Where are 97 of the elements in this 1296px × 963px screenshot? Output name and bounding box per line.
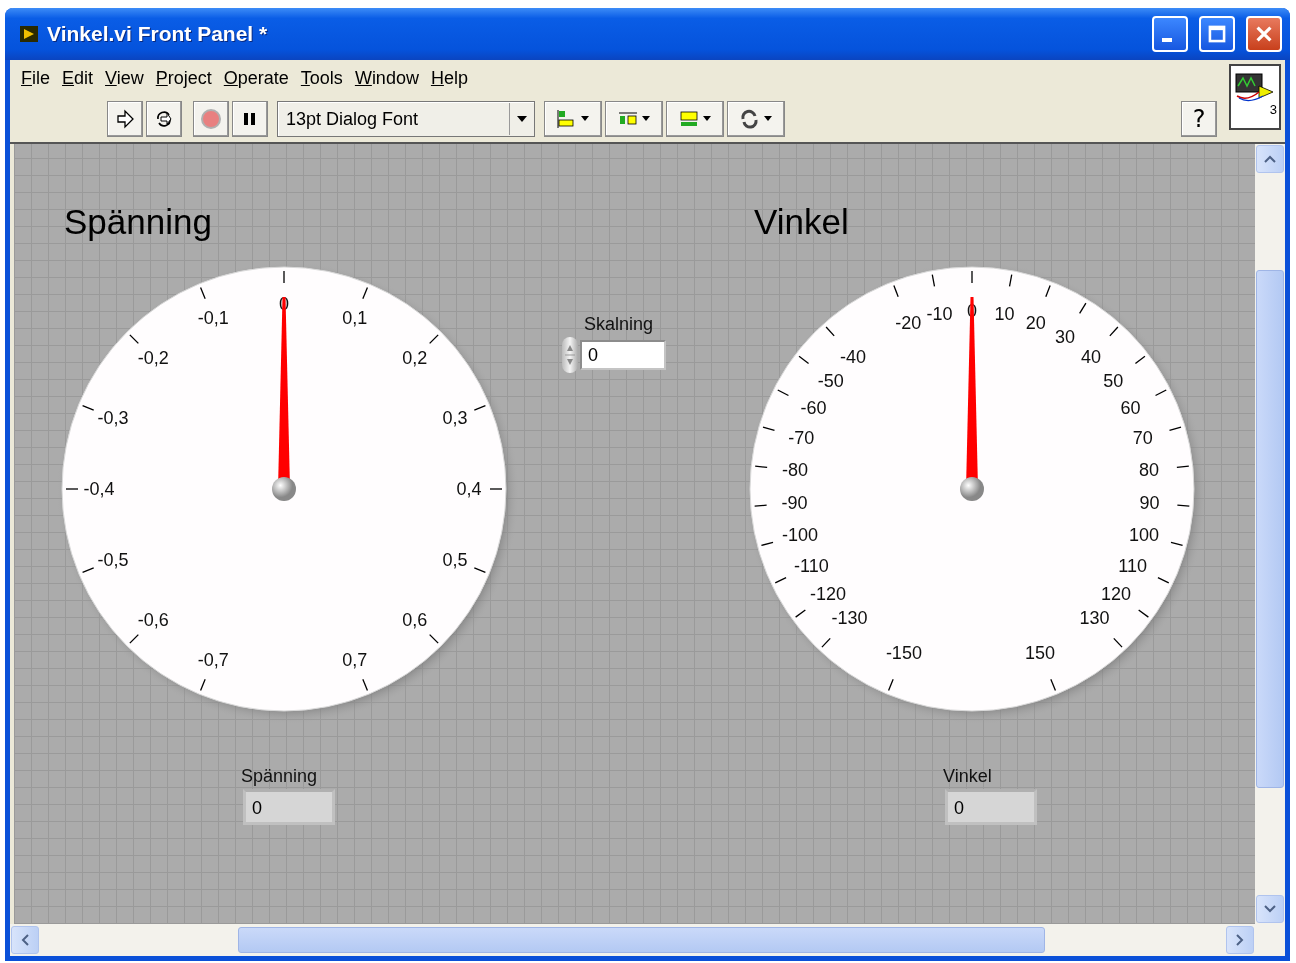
needle-pivot	[272, 477, 296, 501]
numeric-input[interactable]: 0	[580, 340, 666, 370]
scale-label: 0,7	[342, 649, 368, 670]
numeric-label: Vinkel	[943, 766, 993, 787]
close-button[interactable]	[1246, 16, 1282, 52]
scale-label: -0,2	[137, 348, 169, 369]
right-chevron-icon	[1236, 934, 1244, 946]
scale-label: 60	[1120, 398, 1141, 419]
scale-label: 130	[1079, 608, 1110, 629]
scale-label: 90	[1139, 492, 1160, 513]
run-continuously-button[interactable]	[146, 101, 182, 137]
run-button[interactable]	[107, 101, 143, 137]
scale-label: -0,1	[197, 308, 229, 329]
minimize-button[interactable]	[1152, 16, 1188, 52]
scale-label: 110	[1118, 555, 1147, 576]
scale-label: -0,7	[197, 649, 229, 670]
scroll-down-button[interactable]	[1256, 895, 1284, 923]
menu-item[interactable]: Tools	[295, 65, 348, 91]
scale-label: 0,5	[442, 549, 468, 570]
vi-icon[interactable]: 3	[1229, 64, 1281, 130]
scale-label: -50	[817, 370, 844, 391]
menu-item[interactable]: Window	[349, 65, 424, 91]
scale-label: 0,6	[402, 609, 428, 630]
circular-arrows-icon	[154, 109, 174, 129]
minimize-icon	[1162, 38, 1172, 42]
scroll-thumb[interactable]	[238, 927, 1045, 953]
scale-label: -0,5	[97, 549, 129, 570]
maximize-button[interactable]	[1199, 16, 1235, 52]
run-arrow-icon	[115, 109, 135, 129]
scroll-right-button[interactable]	[1226, 926, 1254, 954]
app-icon	[19, 24, 39, 44]
menu-item[interactable]: Help	[425, 65, 473, 91]
scale-label: -90	[781, 492, 808, 513]
menu-item[interactable]: Edit	[57, 65, 99, 91]
align-icon	[556, 108, 590, 130]
scale-label: 30	[1055, 327, 1075, 348]
increment-decrement-button[interactable]	[562, 337, 578, 373]
scale-label: 0,2	[402, 348, 428, 369]
numeric-display: 0	[945, 789, 1037, 825]
scroll-left-button[interactable]	[11, 926, 39, 954]
needle-pivot	[960, 477, 984, 501]
scale-label: -40	[839, 346, 866, 367]
horizontal-scrollbar[interactable]	[10, 924, 1285, 956]
scale-label: 120	[1101, 583, 1132, 604]
scroll-thumb[interactable]	[1256, 270, 1284, 788]
stop-icon	[200, 108, 222, 130]
scale-label: 40	[1081, 346, 1102, 367]
align-objects-button[interactable]	[544, 101, 602, 137]
scale-label: -80	[781, 460, 808, 481]
scale-label: -70	[788, 428, 815, 449]
reorder-icon	[739, 108, 773, 130]
scale-label: 100	[1128, 525, 1159, 546]
left-chevron-icon	[21, 934, 29, 946]
connector-count: 3	[1269, 104, 1278, 116]
menu-item[interactable]: Project	[150, 65, 217, 91]
menu-item[interactable]: Operate	[218, 65, 294, 91]
close-icon	[1255, 25, 1273, 43]
gauge-label: Vinkel	[754, 202, 849, 242]
scale-label: 50	[1103, 370, 1124, 391]
numeric-display: 0	[243, 789, 335, 825]
gauge-label: Spänning	[64, 202, 212, 242]
window-title: Vinkel.vi Front Panel *	[47, 22, 268, 46]
menu-item[interactable]: File	[16, 65, 55, 91]
scale-label: -0,6	[137, 609, 169, 630]
scale-label: -60	[800, 398, 827, 419]
reorder-button[interactable]	[727, 101, 785, 137]
scale-label: 0,3	[442, 408, 468, 429]
scale-label: 150	[1025, 643, 1056, 664]
font-dropdown[interactable]: 13pt Dialog Font	[277, 101, 535, 137]
numeric-label: Skalning	[584, 314, 655, 335]
vertical-scrollbar[interactable]	[1255, 144, 1285, 924]
caret-icon	[517, 116, 527, 122]
scale-label: 80	[1139, 460, 1160, 481]
scale-label: -120	[810, 583, 846, 604]
scale-label: -150	[885, 643, 922, 664]
menu-item[interactable]: View	[100, 65, 149, 91]
scale-label: -20	[895, 312, 922, 333]
down-chevron-icon	[1264, 905, 1276, 913]
pause-button[interactable]	[232, 101, 268, 137]
connector-pane-icon	[1235, 72, 1275, 104]
scroll-up-button[interactable]	[1256, 145, 1284, 173]
distribute-objects-button[interactable]	[605, 101, 663, 137]
scale-label: 0,4	[456, 479, 482, 499]
scale-label: -0,3	[97, 408, 129, 429]
scale-label: 70	[1132, 428, 1153, 449]
scale-label: 0,1	[342, 308, 368, 329]
up-chevron-icon	[1264, 155, 1276, 163]
scale-label: -110	[794, 555, 829, 576]
scale-label: -130	[831, 608, 868, 629]
scale-label: -100	[782, 525, 819, 546]
scale-label: 20	[1025, 312, 1046, 333]
scale-label: 10	[994, 304, 1015, 324]
scale-label: -0,4	[83, 479, 115, 499]
scale-label: -10	[926, 304, 953, 324]
help-button[interactable]: ?	[1181, 101, 1217, 137]
numeric-label: Spänning	[241, 766, 319, 787]
maximize-icon	[1208, 25, 1226, 43]
